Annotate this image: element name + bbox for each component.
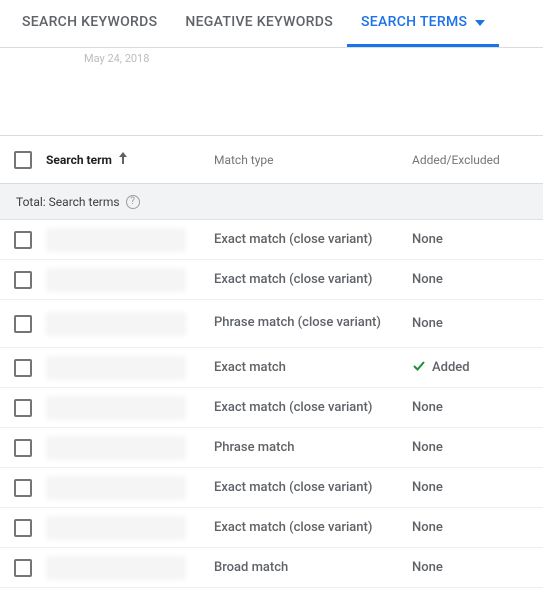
date-label: May 24, 2018: [0, 48, 543, 75]
redacted-term: [46, 396, 186, 420]
total-label: Total: Search terms: [16, 195, 120, 209]
added-excluded-cell: None: [412, 480, 543, 495]
total-row: Total: Search terms ?: [0, 184, 543, 220]
col-header-match-type[interactable]: Match type: [214, 153, 412, 167]
added-excluded-cell: None: [412, 232, 543, 247]
search-term-cell: [46, 268, 214, 292]
help-icon[interactable]: ?: [126, 195, 140, 209]
search-term-cell: [46, 556, 214, 580]
col-header-search-term[interactable]: Search term: [46, 152, 214, 167]
added-excluded-cell: None: [412, 520, 543, 535]
search-term-cell: [46, 312, 214, 336]
redacted-term: [46, 228, 186, 252]
search-term-cell: [46, 396, 214, 420]
redacted-term: [46, 356, 186, 380]
select-all-checkbox[interactable]: [14, 151, 32, 169]
table-row: Phrase match (close variant)None: [0, 300, 543, 348]
match-type-cell: Exact match: [214, 360, 412, 375]
caret-down-icon: [475, 14, 485, 30]
match-type-cell: Exact match (close variant): [214, 520, 412, 535]
col-header-added-excluded[interactable]: Added/Excluded: [412, 153, 543, 167]
redacted-term: [46, 436, 186, 460]
table-row: Exact match (close variant)None: [0, 260, 543, 300]
row-checkbox[interactable]: [14, 231, 32, 249]
added-excluded-cell: Added: [412, 359, 543, 377]
redacted-term: [46, 476, 186, 500]
table-row: Exact match (close variant)None: [0, 220, 543, 260]
match-type-cell: Exact match (close variant): [214, 232, 412, 247]
search-term-cell: [46, 436, 214, 460]
added-label: Added: [432, 360, 470, 375]
table-header: Search term Match type Added/Excluded: [0, 136, 543, 184]
tab-search-keywords[interactable]: SEARCH KEYWORDS: [8, 0, 171, 47]
row-checkbox[interactable]: [14, 559, 32, 577]
row-checkbox[interactable]: [14, 315, 32, 333]
added-excluded-cell: None: [412, 400, 543, 415]
search-terms-table: Search term Match type Added/Excluded To…: [0, 135, 543, 588]
table-row: Broad matchNone: [0, 548, 543, 588]
tab-negative-keywords[interactable]: NEGATIVE KEYWORDS: [171, 0, 347, 47]
redacted-term: [46, 556, 186, 580]
added-excluded-cell: None: [412, 272, 543, 287]
added-excluded-cell: None: [412, 560, 543, 575]
sort-asc-icon: [118, 152, 128, 167]
match-type-cell: Broad match: [214, 560, 412, 575]
tab-search-terms[interactable]: SEARCH TERMS: [347, 0, 499, 47]
spacer: [0, 75, 543, 135]
match-type-cell: Phrase match: [214, 440, 412, 455]
row-checkbox[interactable]: [14, 271, 32, 289]
table-row: Exact match (close variant)None: [0, 388, 543, 428]
redacted-term: [46, 516, 186, 540]
col-label: Search term: [46, 153, 112, 167]
row-checkbox[interactable]: [14, 439, 32, 457]
search-term-cell: [46, 228, 214, 252]
search-term-cell: [46, 356, 214, 380]
redacted-term: [46, 312, 186, 336]
search-term-cell: [46, 516, 214, 540]
redacted-term: [46, 268, 186, 292]
table-row: Exact match Added: [0, 348, 543, 388]
added-excluded-cell: None: [412, 316, 543, 331]
row-checkbox[interactable]: [14, 479, 32, 497]
match-type-cell: Exact match (close variant): [214, 400, 412, 415]
table-row: Phrase matchNone: [0, 428, 543, 468]
row-checkbox[interactable]: [14, 359, 32, 377]
tabs-bar: SEARCH KEYWORDS NEGATIVE KEYWORDS SEARCH…: [0, 0, 543, 48]
check-icon: [412, 359, 426, 377]
match-type-cell: Exact match (close variant): [214, 480, 412, 495]
row-checkbox[interactable]: [14, 519, 32, 537]
table-row: Exact match (close variant)None: [0, 468, 543, 508]
tab-label: SEARCH TERMS: [361, 14, 467, 30]
added-excluded-cell: None: [412, 440, 543, 455]
row-checkbox[interactable]: [14, 399, 32, 417]
table-row: Exact match (close variant)None: [0, 508, 543, 548]
match-type-cell: Exact match (close variant): [214, 272, 412, 287]
match-type-cell: Phrase match (close variant): [214, 315, 412, 332]
search-term-cell: [46, 476, 214, 500]
